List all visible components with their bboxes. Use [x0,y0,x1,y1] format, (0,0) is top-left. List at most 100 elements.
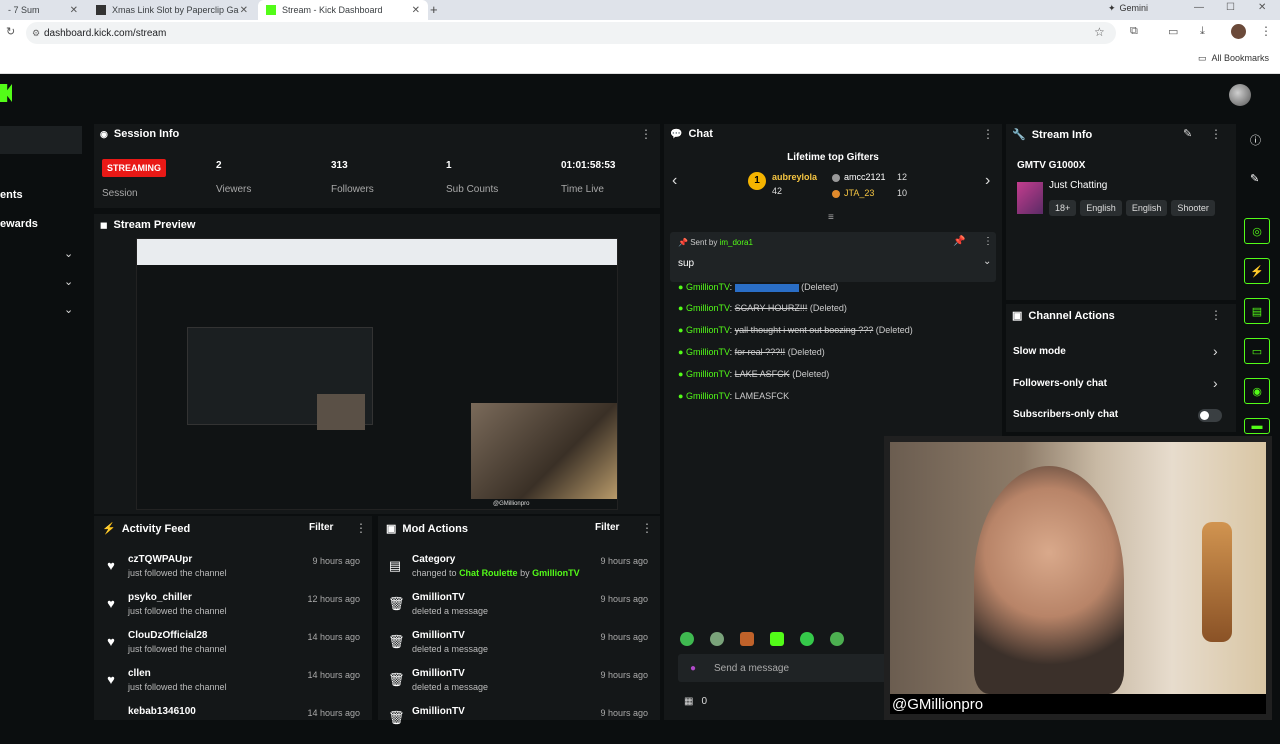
mod-action-user[interactable]: GmillionTV [412,592,465,603]
heart-icon: ♥ [107,672,115,687]
gifter-name[interactable]: amcc2121 [844,172,886,182]
close-icon[interactable]: ✕ [240,5,248,16]
chevron-right-icon[interactable]: › [1213,375,1218,391]
mod-action-time: 9 hours ago [600,556,648,566]
collapse-icon[interactable]: ≡ [828,212,834,223]
chevron-down-icon[interactable]: ⌄ [983,256,991,267]
minimize-icon[interactable]: — [1194,2,1204,13]
close-icon[interactable]: ✕ [412,5,420,16]
gemini-button[interactable]: ✦ Gemini [1108,3,1148,14]
screen-icon[interactable]: ▬ [1244,418,1270,434]
mod-action-user[interactable]: GmillionTV [412,630,465,641]
kebab-menu-icon[interactable]: ⋮ [641,521,653,535]
browser-tab-active[interactable]: Stream - Kick Dashboard ✕ [258,0,428,20]
emote-icon[interactable] [800,632,814,646]
time-live-label: Time Live [561,184,604,195]
kebab-menu-icon[interactable]: ⋮ [640,127,652,141]
kebab-menu-icon[interactable]: ⋮ [355,521,367,535]
download-icon[interactable]: ⤓ [1200,25,1205,38]
kebab-menu-icon[interactable]: ⋮ [1210,127,1222,141]
chevron-right-icon[interactable]: › [985,172,990,190]
chevron-left-icon[interactable]: ‹ [672,172,677,190]
activity-user[interactable]: czTQWPAUpr [128,554,192,565]
chat-user[interactable]: GmillionTV [686,325,730,335]
chat-user[interactable]: GmillionTV [686,391,730,401]
close-window-icon[interactable]: ✕ [1258,2,1266,13]
activity-user[interactable]: kebab1346100 [128,706,196,717]
emote-icon[interactable] [740,632,754,646]
pencil-icon[interactable]: ✎ [1250,172,1259,185]
chevron-down-icon[interactable]: ⌄ [64,303,73,316]
bolt-icon[interactable]: ⚡ [1244,258,1270,284]
gifter-name[interactable]: aubreylola [772,172,817,182]
site-info-icon[interactable]: ⚙ [32,28,40,39]
slow-mode-label[interactable]: Slow mode [1013,346,1066,357]
maximize-icon[interactable]: ☐ [1226,2,1235,13]
sidebar-toggle-icon[interactable]: ▭ [1168,25,1178,38]
kick-logo-icon[interactable] [0,84,12,102]
tag[interactable]: 18+ [1049,200,1077,216]
chat-icon[interactable]: ▭ [1244,338,1270,364]
close-icon[interactable]: ✕ [70,5,78,16]
menu-icon[interactable]: ⋮ [1260,24,1272,38]
followers-only-label[interactable]: Followers-only chat [1013,378,1107,389]
edit-icon[interactable]: ✎ [1183,127,1192,140]
mod-action-user[interactable]: GmillionTV [412,706,465,717]
activity-time: 14 hours ago [307,708,360,718]
bookmark-star-icon[interactable]: ☆ [1094,25,1105,39]
chevron-down-icon[interactable]: ⌄ [64,275,73,288]
emote-icon[interactable] [830,632,844,646]
extensions-icon[interactable]: ⧉ [1130,25,1138,38]
filter-button[interactable]: Filter [595,522,619,533]
document-icon[interactable]: ▤ [1244,298,1270,324]
activity-user[interactable]: cllen [128,668,151,679]
sidebar-item-label[interactable]: ewards [0,218,38,230]
mic-icon: ● [678,282,684,292]
reload-icon[interactable]: ↻ [6,25,15,38]
chat-user[interactable]: GmillionTV [686,347,730,357]
emote-icon[interactable] [770,632,784,646]
gemini-label: Gemini [1119,3,1149,13]
chevron-down-icon[interactable]: ⌄ [64,247,73,260]
chat-user[interactable]: GmillionTV [686,303,730,313]
emote-icon[interactable] [680,632,694,646]
subscribers-only-toggle[interactable] [1198,409,1222,422]
chat-user[interactable]: GmillionTV [686,369,730,379]
url-input[interactable]: ⚙ dashboard.kick.com/stream [26,22,1116,44]
camera-icon[interactable]: ◎ [1244,218,1270,244]
filter-button[interactable]: Filter [309,522,333,533]
pin-icon[interactable]: 📌 [953,236,965,247]
mod-action-user[interactable]: GmillionTV [532,568,580,578]
user-avatar[interactable] [1229,84,1251,106]
profile-avatar[interactable] [1231,24,1246,39]
browser-tab[interactable]: Xmas Link Slot by Paperclip Ga ✕ [88,0,256,20]
pinned-user[interactable]: im_dora1 [720,238,753,247]
tag[interactable]: English [1080,200,1122,216]
kebab-menu-icon[interactable]: ⋮ [982,127,994,141]
activity-user[interactable]: ClouDzOfficial28 [128,630,207,641]
subscribers-only-label[interactable]: Subscribers-only chat [1013,409,1118,420]
chevron-right-icon[interactable]: › [1213,343,1218,359]
chat-message: ● GmillionTV: LAKE ASFCK (Deleted) [678,369,830,379]
gifter-name[interactable]: JTA_23 [844,188,874,198]
emote-icon[interactable] [710,632,724,646]
activity-user[interactable]: psyko_chiller [128,592,192,603]
all-bookmarks-button[interactable]: ▭ All Bookmarks [1198,53,1269,64]
chat-input[interactable]: ● Send a message [678,654,888,682]
stream-preview-video[interactable]: @GMillionpro [136,238,618,510]
chat-user[interactable]: GmillionTV [686,282,730,292]
tag[interactable]: English [1125,200,1168,216]
category-name[interactable]: Just Chatting [1049,180,1107,191]
rank-badge: 1 [748,172,766,190]
broadcast-icon[interactable]: ◉ [1244,378,1270,404]
info-icon[interactable]: ⓘ [1250,132,1261,148]
kebab-menu-icon[interactable]: ⋮ [983,236,993,247]
tag[interactable]: Shooter [1171,200,1215,216]
kebab-menu-icon[interactable]: ⋮ [1210,308,1222,322]
browser-tab[interactable]: - 7 Sum ✕ [0,0,86,20]
sidebar-item-label[interactable]: ents [0,189,23,201]
mod-action-desc: deleted a message [412,606,489,616]
new-tab-icon[interactable]: + [430,2,438,17]
sidebar-item-active[interactable] [0,126,82,154]
mod-action-user[interactable]: GmillionTV [412,668,465,679]
